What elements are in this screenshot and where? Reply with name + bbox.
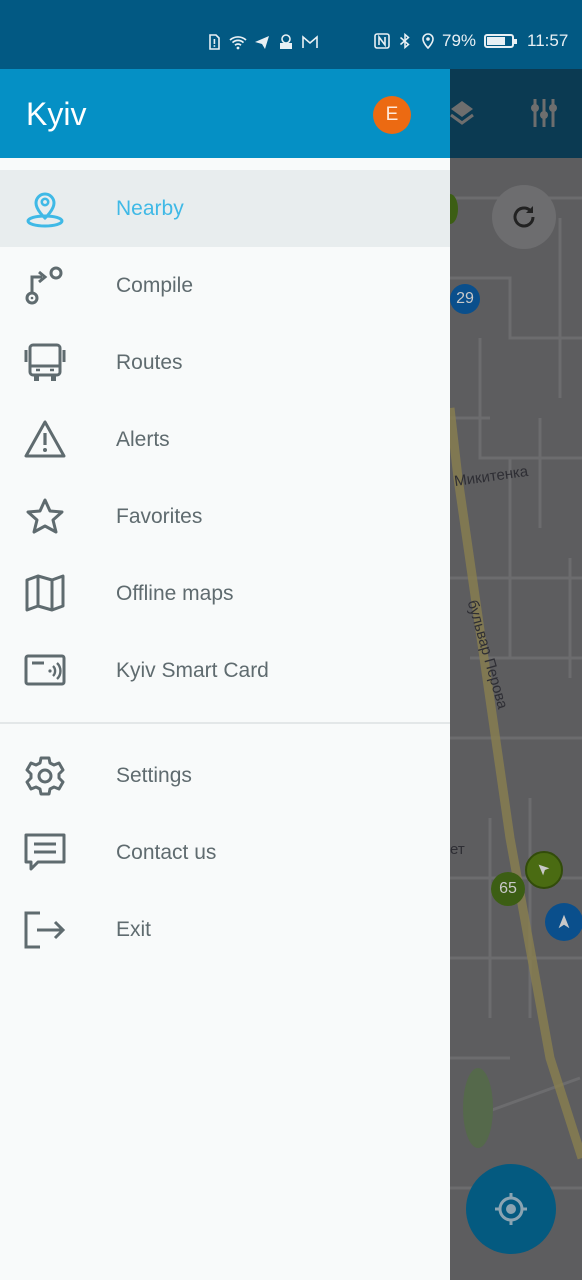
menu-item-nearby[interactable]: Nearby: [0, 170, 450, 247]
telegram-icon: [253, 33, 271, 51]
menu-item-label: Contact us: [116, 840, 217, 864]
chat-icon: [24, 832, 66, 874]
map-streets: [450, 196, 582, 1190]
map-icon: [24, 573, 66, 615]
menu-item-label: Offline maps: [116, 581, 234, 605]
bluetooth-icon: [396, 32, 414, 50]
smart-card-icon: [24, 650, 66, 692]
exit-icon: [24, 909, 66, 951]
menu-item-contact-us[interactable]: Contact us: [0, 814, 450, 891]
menu-item-compile[interactable]: Compile: [0, 247, 450, 324]
menu-item-smart-card[interactable]: Kyiv Smart Card: [0, 632, 450, 709]
location-icon: [419, 32, 437, 50]
menu-item-label: Alerts: [116, 427, 170, 451]
drawer-menu: Nearby Compile Routes Alerts Favorites O…: [0, 170, 450, 968]
menu-item-label: Routes: [116, 350, 183, 374]
menu-item-label: Compile: [116, 273, 194, 297]
vehicle-direction-marker[interactable]: [545, 903, 582, 941]
menu-item-settings[interactable]: Settings: [0, 737, 450, 814]
menu-item-routes[interactable]: Routes: [0, 324, 450, 401]
menu-item-label: Settings: [116, 763, 192, 787]
battery-percent: 79%: [442, 31, 477, 50]
menu-item-label: Kyiv Smart Card: [116, 658, 269, 682]
app-notification-icon: [277, 33, 295, 51]
city-title: Kyiv: [26, 96, 87, 132]
nfc-icon: [373, 32, 391, 50]
map-canvas[interactable]: Микитенка бульвар Перова ет 29 65: [450, 158, 582, 1280]
street-label: ет: [450, 841, 465, 858]
notification-icons: [205, 33, 319, 51]
battery-icon: [484, 34, 518, 48]
clock: 11:57: [527, 31, 569, 50]
status-bar: 79% 11:57: [0, 0, 582, 69]
navigation-drawer: Kyiv E Nearby Compile Routes Alerts Favo…: [0, 69, 450, 1280]
warning-icon: [24, 419, 66, 461]
menu-item-label: Nearby: [116, 196, 184, 220]
bus-icon: [24, 342, 66, 384]
wifi-icon: [229, 33, 247, 51]
gear-icon: [24, 755, 66, 797]
menu-item-label: Exit: [116, 917, 152, 941]
menu-divider: [0, 722, 450, 724]
route-marker-29[interactable]: 29: [450, 284, 480, 314]
drawer-header: Kyiv E: [0, 69, 450, 158]
layers-icon[interactable]: [450, 95, 480, 131]
menu-item-alerts[interactable]: Alerts: [0, 401, 450, 478]
menu-item-label: Favorites: [116, 504, 203, 528]
refresh-icon: [513, 206, 535, 228]
refresh-button[interactable]: [492, 185, 556, 249]
navigation-arrow-icon: [538, 864, 550, 876]
map-toolbar: [450, 69, 582, 158]
avatar[interactable]: E: [373, 96, 411, 134]
gmail-icon: [301, 33, 319, 51]
route-marker-65[interactable]: 65: [491, 872, 525, 906]
sim-alert-icon: [205, 33, 223, 51]
location-pin-icon: [24, 188, 66, 230]
menu-item-offline-maps[interactable]: Offline maps: [0, 555, 450, 632]
navigation-arrow-icon: [558, 914, 570, 929]
crosshair-icon: [495, 1193, 527, 1225]
menu-item-favorites[interactable]: Favorites: [0, 478, 450, 555]
map-view[interactable]: Микитенка бульвар Перова ет 29 65: [450, 69, 582, 1280]
vehicle-direction-marker[interactable]: [525, 851, 563, 889]
menu-item-exit[interactable]: Exit: [0, 891, 450, 968]
filter-sliders-icon[interactable]: [526, 95, 562, 131]
system-icons: 79% 11:57: [373, 31, 568, 51]
star-icon: [24, 496, 66, 538]
my-location-button[interactable]: [466, 1164, 556, 1254]
route-compile-icon: [24, 265, 66, 307]
